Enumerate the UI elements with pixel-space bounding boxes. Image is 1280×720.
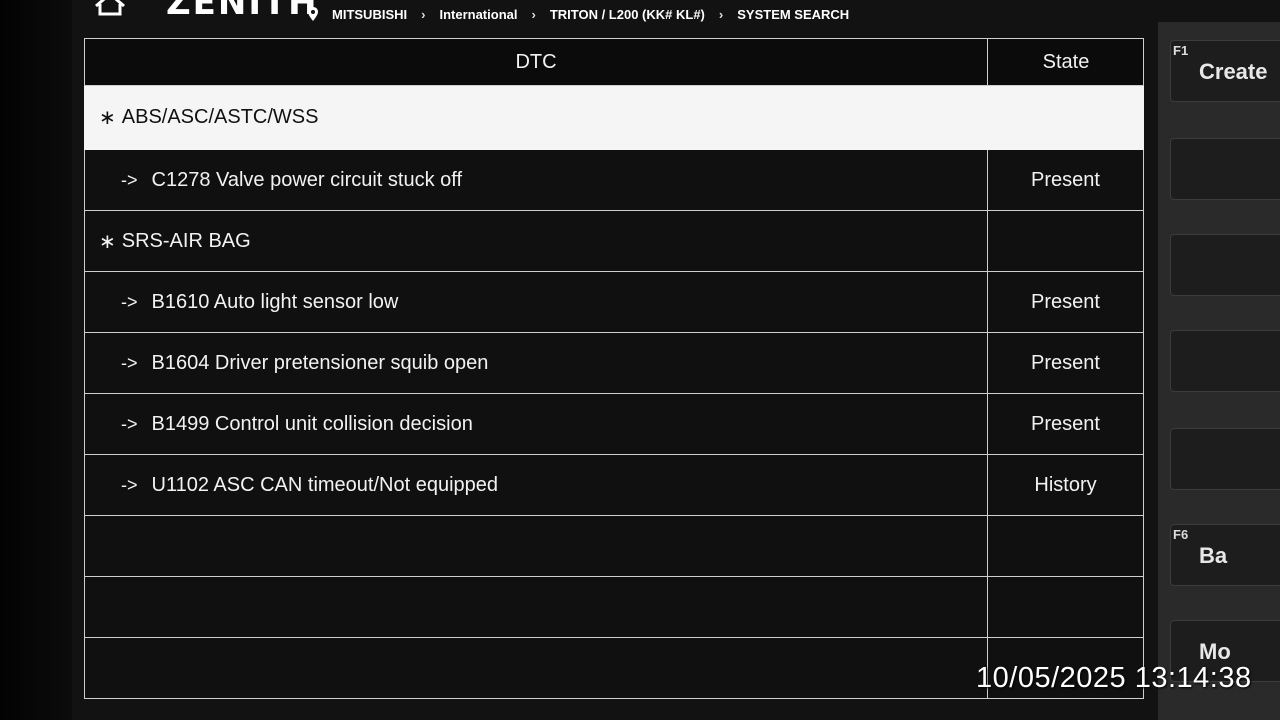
empty-row	[84, 516, 1144, 577]
dtc-cell: ∗ SRS-AIR BAG	[85, 211, 1001, 271]
column-header-dtc: DTC	[515, 50, 557, 73]
function-key-2[interactable]	[1170, 138, 1280, 200]
dtc-table: DTC State ∗ ABS/ASC/ASTC/WSS -> C1278 Valve…	[84, 38, 1144, 700]
state-cell: Present	[987, 333, 1143, 393]
state-cell	[987, 211, 1143, 271]
table-header: DTC State	[84, 38, 1144, 86]
breadcrumb-item-function[interactable]: SYSTEM SEARCH	[737, 7, 849, 22]
dtc-cell: -> B1610 Auto light sensor low	[85, 272, 1023, 332]
dtc-text: B1499 Control unit collision decision	[151, 412, 473, 435]
chevron-right-icon: ›	[531, 6, 536, 22]
column-header-state: State	[987, 39, 1144, 85]
function-key-1[interactable]: F1 Create	[1170, 40, 1280, 102]
state-cell: Present	[987, 150, 1143, 210]
top-bar: ZENITH MITSUBISHI › International › TRIT…	[72, 0, 1172, 30]
dtc-cell: -> B1604 Driver pretensioner squib open	[85, 333, 1023, 393]
dtc-cell: -> U1102 ASC CAN timeout/Not equipped	[85, 455, 1023, 515]
dtc-row[interactable]: -> B1499 Control unit collision decision P…	[84, 394, 1144, 455]
function-key-3[interactable]	[1170, 234, 1280, 296]
arrow-icon: ->	[121, 291, 138, 312]
table-body: ∗ ABS/ASC/ASTC/WSS -> C1278 Valve power cir…	[84, 86, 1144, 699]
dtc-text: B1610 Auto light sensor low	[151, 290, 399, 313]
asterisk-icon: ∗	[99, 230, 116, 253]
dtc-text: C1278 Valve power circuit stuck off	[151, 168, 463, 191]
breadcrumb-item-region[interactable]: International	[439, 7, 517, 22]
system-group-row[interactable]: ∗ ABS/ASC/ASTC/WSS	[84, 86, 1144, 150]
dtc-cell	[85, 516, 987, 576]
arrow-icon: ->	[121, 474, 138, 495]
dtc-cell: -> B1499 Control unit collision decision	[85, 394, 1023, 454]
dtc-row[interactable]: -> B1604 Driver pretensioner squib open Pr…	[84, 333, 1144, 394]
state-cell: History	[987, 455, 1143, 515]
location-pin-icon	[308, 7, 318, 21]
function-key-5[interactable]	[1170, 428, 1280, 490]
dtc-row[interactable]: -> U1102 ASC CAN timeout/Not equipped Hist…	[84, 455, 1144, 516]
function-key-6[interactable]: F6 Ba	[1170, 524, 1280, 586]
state-cell: Present	[987, 272, 1143, 332]
dtc-cell: -> C1278 Valve power circuit stuck off	[85, 150, 1023, 210]
dtc-row[interactable]: -> B1610 Auto light sensor low Present	[84, 272, 1144, 333]
breadcrumb-item-make[interactable]: MITSUBISHI	[332, 7, 407, 22]
dtc-text: ABS/ASC/ASTC/WSS	[121, 106, 319, 128]
empty-row	[84, 577, 1144, 638]
arrow-icon: ->	[121, 169, 138, 190]
chevron-right-icon: ›	[421, 6, 426, 22]
system-group-row[interactable]: ∗ SRS-AIR BAG	[84, 211, 1144, 272]
function-key-number: F1	[1173, 43, 1189, 58]
arrow-icon: ->	[121, 413, 138, 434]
chevron-right-icon: ›	[718, 6, 724, 22]
dtc-text: B1604 Driver pretensioner squib open	[151, 351, 489, 374]
dtc-text: SRS-AIR BAG	[121, 229, 251, 252]
dtc-cell: ∗ ABS/ASC/ASTC/WSS	[85, 86, 1001, 149]
function-key-label: Create	[1199, 59, 1268, 84]
camera-timestamp: 10/05/2025 13:14:38	[976, 662, 1252, 694]
function-key-label: Ba	[1199, 543, 1228, 568]
breadcrumb: MITSUBISHI › International › TRITON / L2…	[308, 4, 849, 24]
dtc-cell	[85, 577, 987, 637]
device-bezel	[0, 0, 72, 720]
dtc-text: U1102 ASC CAN timeout/Not equipped	[151, 473, 499, 496]
state-cell	[987, 577, 1143, 637]
dtc-cell	[85, 638, 987, 698]
zenith-logo: ZENITH	[166, 0, 319, 23]
state-cell: Present	[987, 394, 1143, 454]
home-icon[interactable]	[92, 0, 128, 18]
state-cell	[987, 516, 1143, 576]
asterisk-icon: ∗	[99, 107, 116, 129]
arrow-icon: ->	[121, 352, 138, 373]
state-cell	[987, 86, 1143, 149]
function-key-4[interactable]	[1170, 330, 1280, 392]
function-key-number: F6	[1173, 527, 1189, 542]
dtc-row[interactable]: -> C1278 Valve power circuit stuck off Pre…	[84, 150, 1144, 211]
breadcrumb-item-model[interactable]: TRITON / L200 (KK# KL#)	[550, 7, 705, 22]
